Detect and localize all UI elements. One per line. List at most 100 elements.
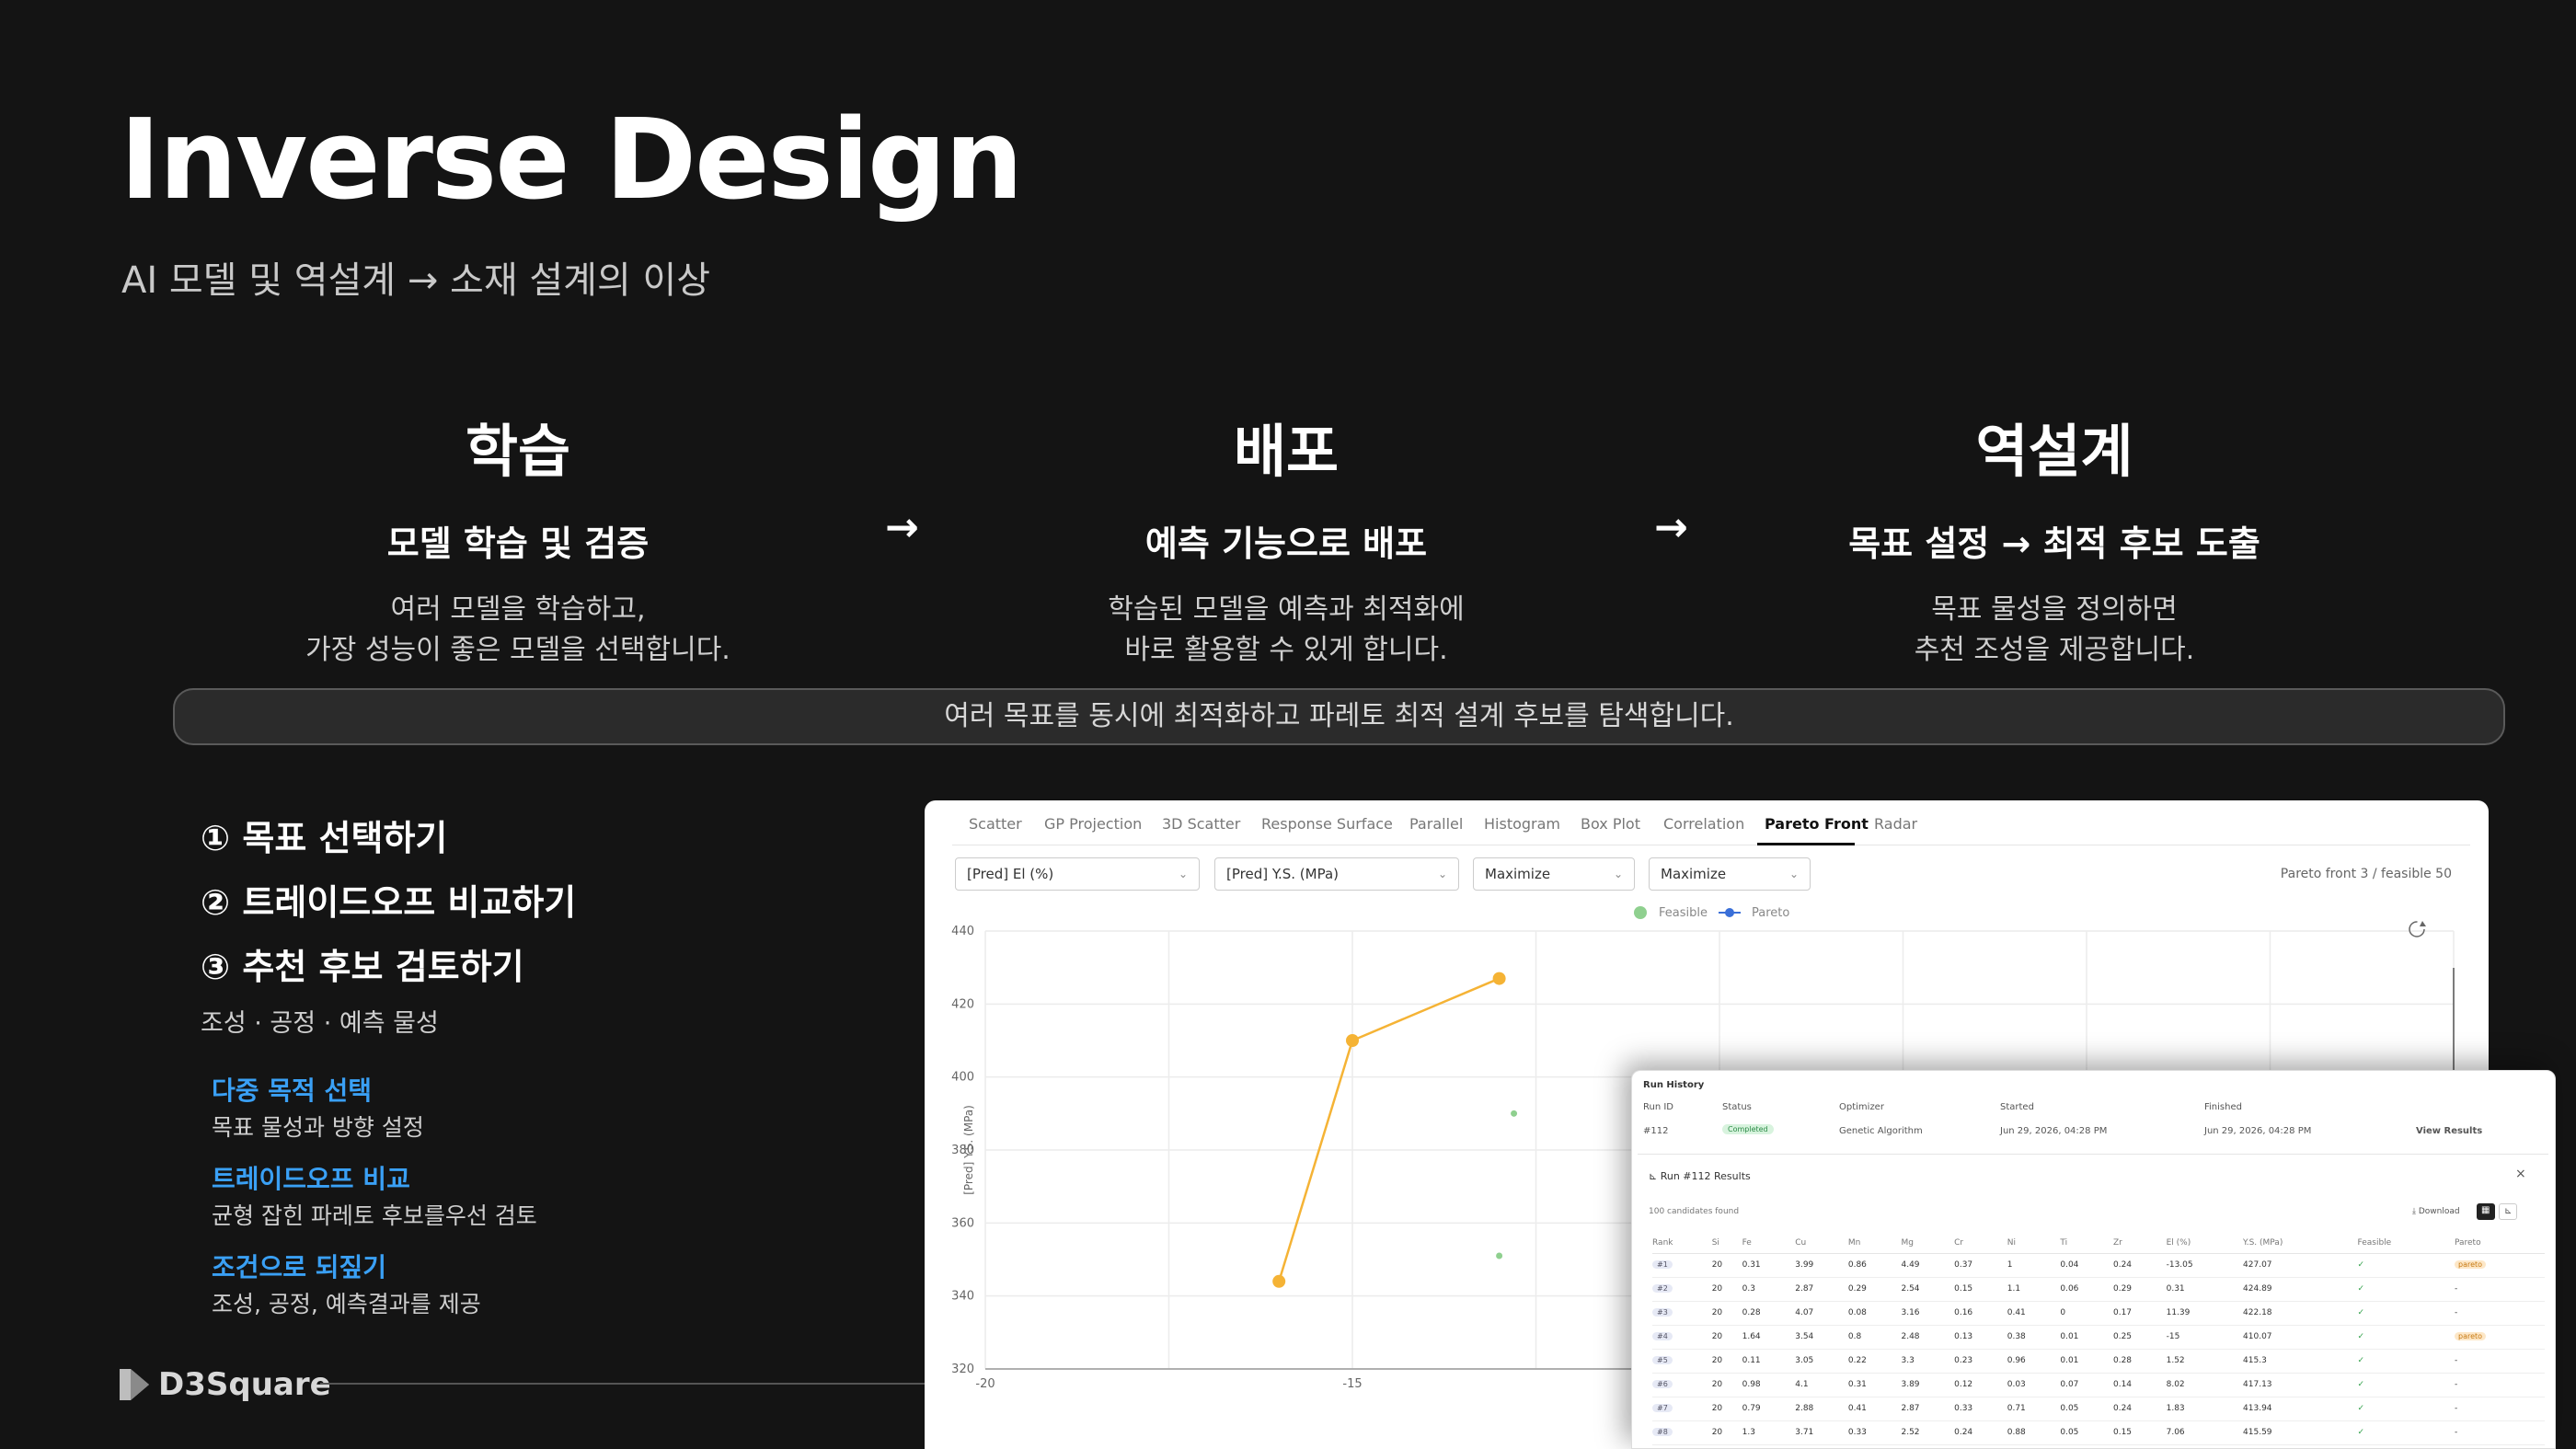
table-cell: 424.89 (2243, 1277, 2358, 1302)
chart-view-button[interactable]: ⊾ (2499, 1203, 2517, 1220)
cell-value: 20 (1711, 1332, 1723, 1341)
stage-deploy: 배포 예측 기능으로 배포 학습된 모델을 예측과 최적화에 바로 활용할 수 있… (937, 405, 1636, 671)
table-row[interactable]: #4 20 1.64 3.54 0.8 2.48 0.13 0.38 0.01 0.25 -15 41… (1652, 1325, 2545, 1350)
table-row[interactable]: #1 20 0.31 3.99 0.86 4.49 0.37 1 0.04 0.24 -13.05 4… (1652, 1253, 2545, 1278)
page-subtitle: AI 모델 및 역설계 → 소재 설계의 이상 (121, 259, 711, 302)
table-header: Cr (1954, 1233, 2007, 1254)
table-row[interactable]: #2 20 0.3 2.87 0.29 2.54 0.15 1.1 0.06 0.29 0.31 42… (1652, 1277, 2545, 1302)
table-cell: 2.48 (1901, 1325, 1955, 1350)
table-cell: 0.41 (1847, 1397, 1902, 1421)
table-cell: ✓ (2357, 1277, 2455, 1302)
feature-desc: 조성, 공정, 예측결과를 제공 (212, 1291, 481, 1317)
cell-value: 4.49 (1901, 1260, 1920, 1270)
logo: D3Square (120, 1366, 331, 1403)
table-row[interactable]: #8 20 1.3 3.71 0.33 2.52 0.24 0.88 0.05 0.15 7.06 4… (1652, 1420, 2545, 1445)
stage-train: 학습 모델 학습 및 검증 여러 모델을 학습하고, 가장 성능이 좋은 모델을 … (168, 405, 868, 671)
table-header: Mg (1901, 1233, 1955, 1254)
table-cell: 20 (1711, 1277, 1742, 1302)
table-cell: 1.64 (1742, 1325, 1796, 1350)
table-cell: 0.24 (1954, 1420, 2007, 1445)
table-cell: #8 (1652, 1420, 1712, 1445)
download-button[interactable]: ⤓ Download (2412, 1207, 2460, 1216)
pareto-point (1346, 1034, 1359, 1047)
cell-value: 0 (2060, 1308, 2066, 1317)
cell-value: 0.06 (2060, 1284, 2079, 1294)
table-cell: 0.33 (1847, 1420, 1902, 1445)
cell-value: 4.1 (1795, 1380, 1809, 1389)
rank-badge: #5 (1652, 1356, 1673, 1364)
table-cell: 2.87 (1901, 1397, 1955, 1421)
table-row[interactable]: #7 20 0.79 2.88 0.41 2.87 0.33 0.71 0.05 0.24 1.83… (1652, 1397, 2545, 1421)
check-icon: ✓ (2357, 1260, 2365, 1270)
refresh-icon[interactable] (2409, 921, 2426, 937)
cell-value: 0.33 (1847, 1428, 1867, 1437)
cell-value: 422.18 (2243, 1308, 2272, 1317)
y-tick-label: 340 (951, 1290, 974, 1304)
pareto-point (1492, 972, 1506, 985)
grid-icon: ▦ (2481, 1205, 2490, 1215)
cell-value: 3.54 (1795, 1332, 1814, 1341)
cell-value: 0.29 (2112, 1284, 2133, 1294)
close-icon[interactable]: × (2515, 1167, 2526, 1181)
table-cell: 20 (1711, 1349, 1742, 1374)
cell-value: 3.71 (1795, 1428, 1814, 1437)
table-row[interactable]: #3 20 0.28 4.07 0.08 3.16 0.16 0.41 0 0.17 11.39 42… (1652, 1301, 2545, 1326)
table-cell: 0.15 (1954, 1277, 2007, 1302)
check-icon: ✓ (2357, 1284, 2365, 1294)
table-header: Cu (1795, 1233, 1848, 1254)
run-id: #112 (1643, 1126, 1669, 1136)
table-header: Rank (1652, 1233, 1712, 1254)
rank-badge: #6 (1652, 1380, 1673, 1388)
table-cell: 4.49 (1901, 1253, 1955, 1278)
cell-value: - (2454, 1284, 2458, 1294)
logo-text: D3Square (158, 1366, 331, 1403)
stage-heading: 배포 (1233, 418, 1340, 485)
cell-value: 0.15 (1954, 1284, 1973, 1294)
table-cell: 4.07 (1795, 1301, 1848, 1326)
cell-value: 0.05 (2060, 1404, 2079, 1413)
view-results-link[interactable]: View Results (2416, 1126, 2482, 1136)
table-view-button[interactable]: ▦ (2477, 1203, 2495, 1220)
table-cell: 0.15 (2112, 1420, 2167, 1445)
cell-value: - (2454, 1380, 2458, 1389)
cell-value: 3.99 (1795, 1260, 1814, 1270)
pareto-badge: pareto (2454, 1260, 2487, 1269)
cell-value: 0.25 (2112, 1332, 2133, 1341)
candidates-count: 100 candidates found (1649, 1207, 1740, 1216)
table-cell: #4 (1652, 1325, 1712, 1350)
table-cell: - (2454, 1349, 2545, 1374)
table-cell: ✓ (2357, 1373, 2455, 1397)
y-tick-label: 320 (951, 1363, 974, 1376)
col-started: Started (2000, 1102, 2034, 1112)
stage-description: 여러 모델을 학습하고, 가장 성능이 좋은 모델을 선택합니다. (305, 593, 730, 666)
cell-value: 2.87 (1795, 1284, 1814, 1294)
cell-value: 424.89 (2243, 1284, 2272, 1294)
table-cell: 0.31 (1742, 1253, 1796, 1278)
cell-value: 20 (1711, 1308, 1723, 1317)
table-cell: 3.99 (1795, 1253, 1848, 1278)
table-cell: 0.24 (2112, 1397, 2167, 1421)
cell-value: 0.01 (2060, 1332, 2079, 1341)
table-cell: ✓ (2357, 1253, 2455, 1278)
table-cell: 20 (1711, 1420, 1742, 1445)
cell-value: 20 (1711, 1260, 1723, 1270)
cell-value: 0.12 (1954, 1380, 1973, 1389)
table-cell: 0.06 (2060, 1277, 2113, 1302)
table-row[interactable]: #6 20 0.98 4.1 0.31 3.89 0.12 0.03 0.07 0.14 8.02 4… (1652, 1373, 2545, 1397)
table-row[interactable]: #5 20 0.11 3.05 0.22 3.3 0.23 0.96 0.01 0.28 1.52 4… (1652, 1349, 2545, 1374)
results-table: Rank Si Fe Cu Mn Mg Cr Ni Ti Zr El (%) Y.S. (MPa) Fe… (1652, 1233, 2545, 1445)
y-tick-label: 440 (951, 925, 974, 938)
check-icon: ✓ (2357, 1356, 2365, 1365)
check-icon: ✓ (2357, 1428, 2365, 1437)
steps-sub-label: 조성 · 공정 · 예측 물성 (201, 1009, 439, 1038)
table-cell: 0.03 (2007, 1373, 2061, 1397)
table-cell: 0 (2060, 1301, 2113, 1326)
feasible-point (1496, 1252, 1503, 1259)
y-tick-label: 420 (951, 997, 974, 1011)
table-cell: 2.87 (1795, 1277, 1848, 1302)
rank-badge: #4 (1652, 1332, 1673, 1340)
table-cell: 0.8 (1847, 1325, 1902, 1350)
rank-badge: #7 (1652, 1404, 1673, 1412)
rank-badge: #1 (1652, 1260, 1673, 1269)
cell-value: 20 (1711, 1356, 1723, 1365)
